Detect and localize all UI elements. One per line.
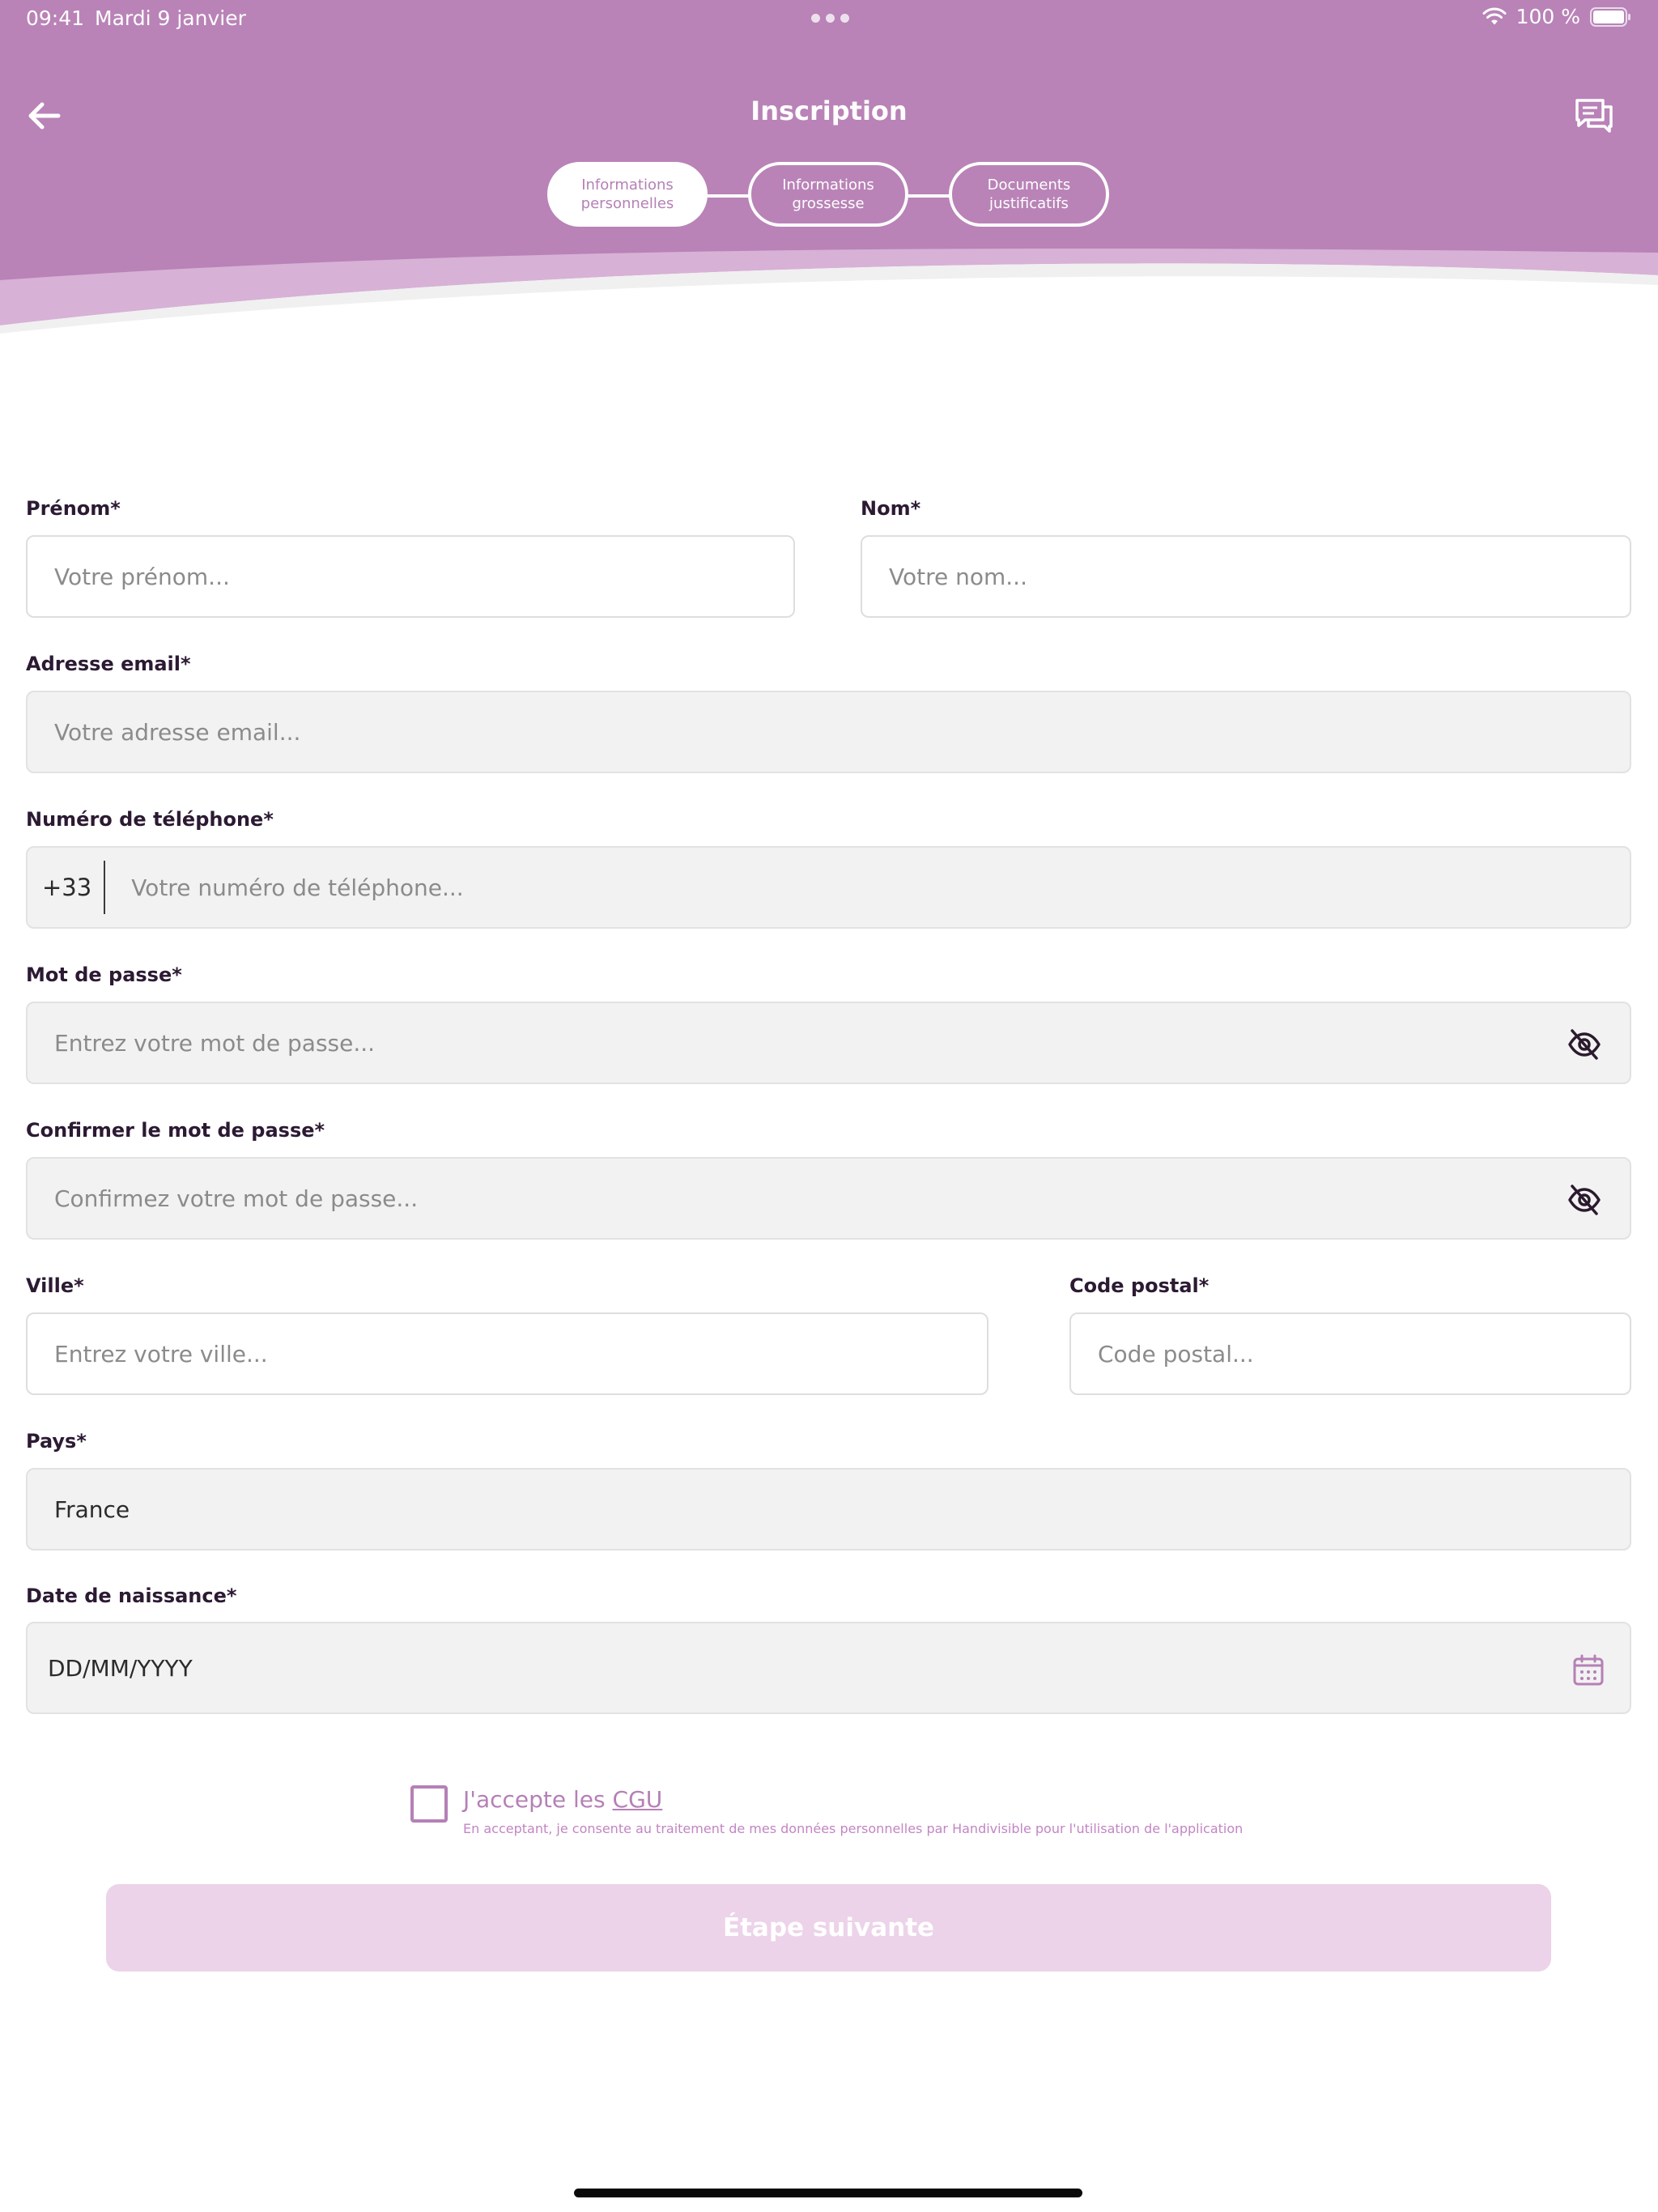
email-placeholder: Votre adresse email... <box>54 718 301 746</box>
cgu-text: J'accepte les <box>463 1786 613 1813</box>
confirm-password-placeholder: Confirmez votre mot de passe... <box>54 1185 419 1212</box>
wifi-icon <box>1482 7 1507 24</box>
confirm-password-label: Confirmer le mot de passe* <box>26 1119 325 1142</box>
step-connector <box>908 194 950 198</box>
step-connector <box>708 194 750 198</box>
step-documents[interactable]: Documents justificatifs <box>949 162 1109 227</box>
page-title: Inscription <box>750 96 908 126</box>
nom-label: Nom* <box>861 497 921 520</box>
chat-bubbles-icon[interactable] <box>1574 96 1616 138</box>
password-label: Mot de passe* <box>26 963 182 986</box>
next-step-button[interactable]: Étape suivante <box>106 1884 1551 1972</box>
prefix-divider <box>104 861 106 914</box>
status-date: Mardi 9 janvier <box>95 6 246 30</box>
status-indicators: 100 % <box>1482 5 1632 28</box>
country-code-prefix[interactable]: +33 <box>42 874 91 901</box>
nom-placeholder: Votre nom... <box>889 563 1027 590</box>
home-indicator[interactable] <box>574 2189 1082 2197</box>
email-label: Adresse email* <box>26 653 191 675</box>
multitasking-dots-icon[interactable] <box>811 14 849 23</box>
status-bar: 09:41 Mardi 9 janvier 100 % <box>0 0 1658 39</box>
step-personal-info[interactable]: Informations personnelles <box>547 162 708 227</box>
pays-value: France <box>54 1495 130 1523</box>
cgu-checkbox[interactable] <box>410 1785 448 1823</box>
password-input[interactable]: Entrez votre mot de passe... <box>26 1002 1631 1084</box>
eye-off-icon[interactable] <box>1567 1182 1602 1218</box>
eye-off-icon[interactable] <box>1567 1027 1602 1062</box>
registration-stepper: Informations personnelles Informations g… <box>0 162 1658 227</box>
cgu-link[interactable]: CGU <box>613 1786 663 1813</box>
nom-input[interactable]: Votre nom... <box>861 535 1631 618</box>
birthdate-placeholder: DD/MM/YYYY <box>48 1654 193 1682</box>
prenom-input[interactable]: Votre prénom... <box>26 535 795 618</box>
code-postal-placeholder: Code postal... <box>1098 1340 1254 1368</box>
battery-icon <box>1590 6 1630 27</box>
cgu-consent-note: En acceptant, je consente au traitement … <box>463 1821 1244 1836</box>
calendar-icon[interactable] <box>1571 1653 1605 1687</box>
birthdate-input[interactable]: DD/MM/YYYY <box>26 1622 1631 1714</box>
battery-percent: 100 % <box>1516 5 1580 28</box>
ville-placeholder: Entrez votre ville... <box>54 1340 268 1368</box>
confirm-password-input[interactable]: Confirmez votre mot de passe... <box>26 1157 1631 1240</box>
password-placeholder: Entrez votre mot de passe... <box>54 1029 376 1057</box>
status-time: 09:41 <box>26 6 85 30</box>
prenom-placeholder: Votre prénom... <box>54 563 230 590</box>
telephone-input[interactable]: +33 Votre numéro de téléphone... <box>26 846 1631 929</box>
email-input[interactable]: Votre adresse email... <box>26 691 1631 773</box>
header: 09:41 Mardi 9 janvier 100 % Inscription <box>0 0 1658 340</box>
birthdate-label: Date de naissance* <box>26 1585 237 1607</box>
telephone-placeholder: Votre numéro de téléphone... <box>131 874 464 901</box>
pays-label: Pays* <box>26 1430 87 1453</box>
step-pregnancy-info[interactable]: Informations grossesse <box>748 162 908 227</box>
telephone-label: Numéro de téléphone* <box>26 808 274 831</box>
code-postal-label: Code postal* <box>1069 1274 1209 1297</box>
code-postal-input[interactable]: Code postal... <box>1069 1312 1631 1395</box>
ville-input[interactable]: Entrez votre ville... <box>26 1312 988 1395</box>
ville-label: Ville* <box>26 1274 84 1297</box>
cgu-label: J'accepte les CGU <box>463 1786 662 1813</box>
pays-select[interactable]: France <box>26 1468 1631 1551</box>
prenom-label: Prénom* <box>26 497 121 520</box>
